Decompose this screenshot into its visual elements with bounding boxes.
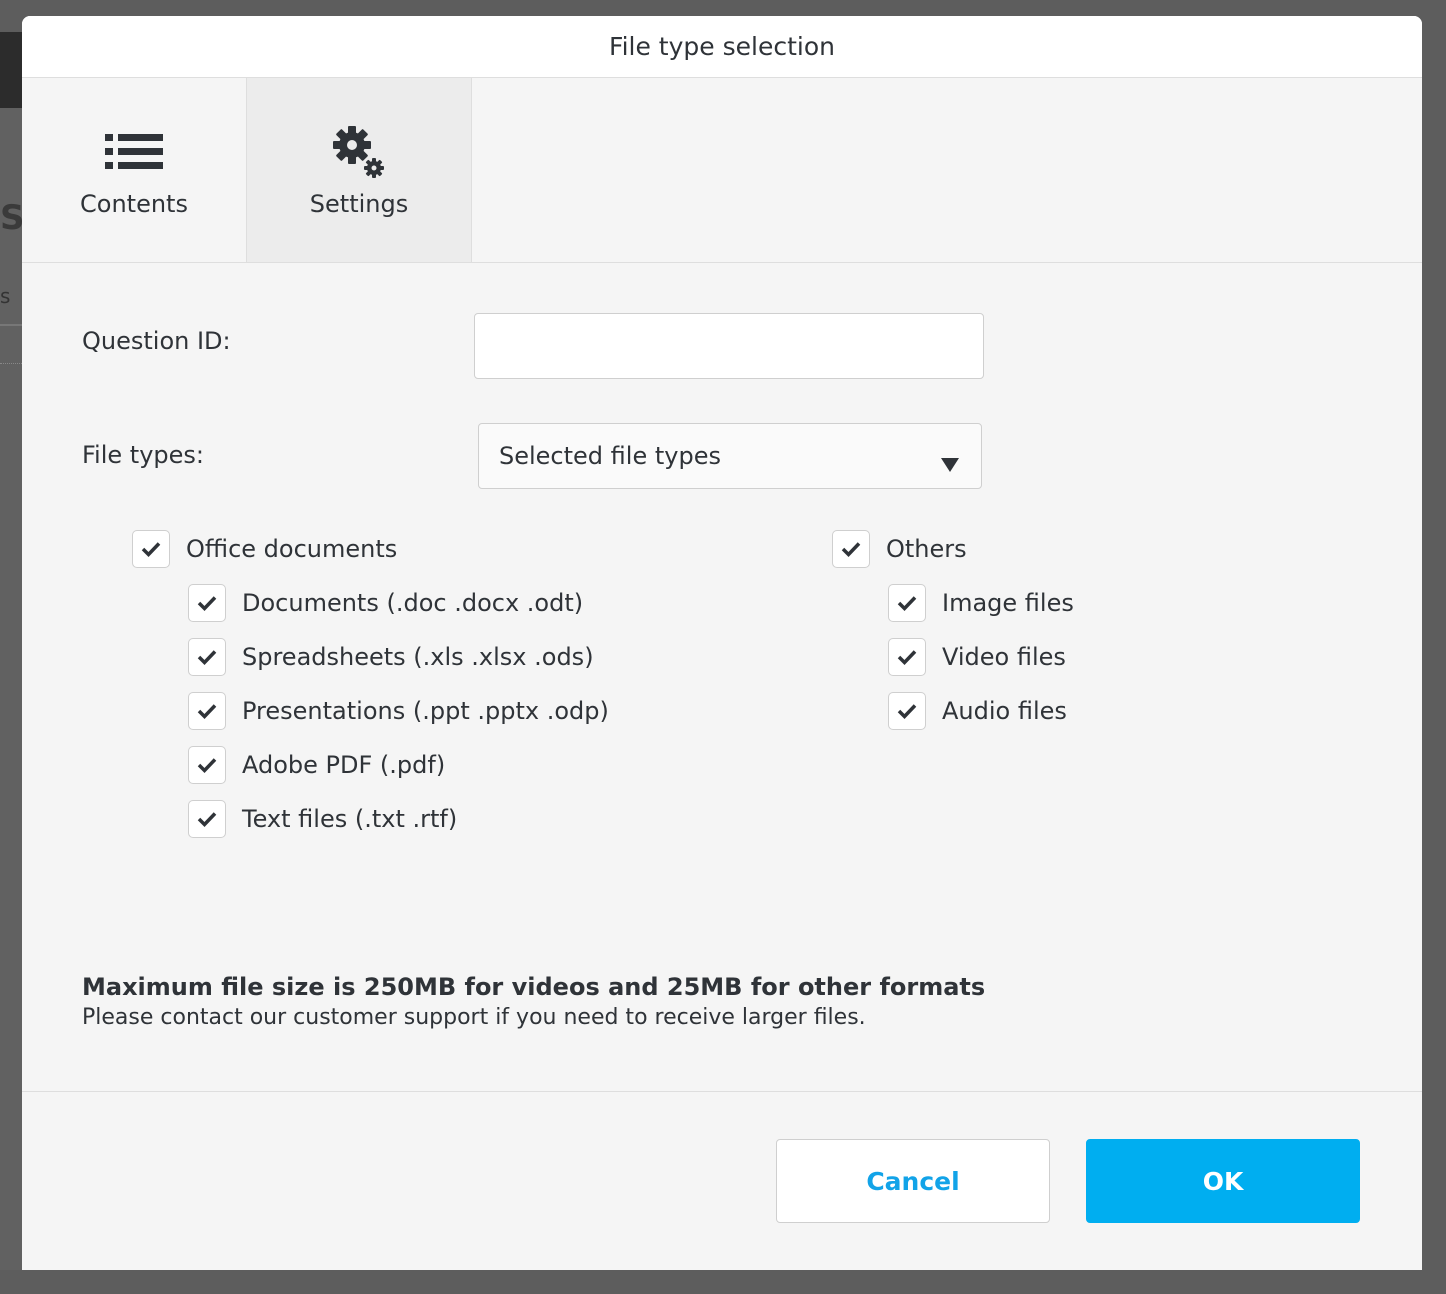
adobe-pdf-checkbox[interactable]: Adobe PDF (.pdf) — [188, 745, 445, 785]
check-icon — [897, 704, 917, 719]
check-icon — [197, 596, 217, 611]
dialog-titlebar: File type selection — [22, 16, 1422, 78]
file-size-limit-text: Maximum file size is 250MB for videos an… — [82, 973, 986, 1001]
others-label: Others — [886, 535, 967, 563]
checkbox-box[interactable] — [188, 800, 226, 838]
checkbox-box[interactable] — [888, 692, 926, 730]
image-files-checkbox[interactable]: Image files — [888, 583, 1074, 623]
tab-settings[interactable]: Settings — [247, 78, 472, 262]
check-icon — [197, 704, 217, 719]
support-contact-text: Please contact our customer support if y… — [82, 1005, 866, 1030]
tab-bar: Contents Settings — [22, 78, 1422, 263]
check-icon — [897, 650, 917, 665]
background-dotted-divider — [0, 363, 22, 364]
checkbox-box[interactable] — [188, 638, 226, 676]
presentations-label: Presentations (.ppt .pptx .odp) — [242, 697, 609, 725]
video-files-checkbox[interactable]: Video files — [888, 637, 1066, 677]
check-icon — [141, 542, 161, 557]
background-heading-fragment: S — [0, 198, 22, 238]
checkbox-box[interactable] — [188, 692, 226, 730]
file-types-select[interactable]: Selected file types — [478, 423, 982, 489]
checkbox-box[interactable] — [132, 530, 170, 568]
check-icon — [197, 812, 217, 827]
check-icon — [197, 650, 217, 665]
dialog-footer: Cancel OK — [22, 1092, 1422, 1270]
text-files-label: Text files (.txt .rtf) — [242, 805, 458, 833]
check-icon — [897, 596, 917, 611]
checkbox-box[interactable] — [832, 530, 870, 568]
spreadsheets-label: Spreadsheets (.xls .xlsx .ods) — [242, 643, 594, 671]
documents-label: Documents (.doc .docx .odt) — [242, 589, 584, 617]
background-app-header — [0, 32, 22, 108]
background-divider — [0, 324, 22, 326]
video-files-label: Video files — [942, 643, 1066, 671]
dialog-title: File type selection — [609, 32, 835, 61]
tab-contents[interactable]: Contents — [22, 78, 247, 262]
check-icon — [841, 542, 861, 557]
tab-contents-label: Contents — [80, 190, 188, 218]
question-id-label: Question ID: — [82, 327, 231, 355]
file-type-dialog: File type selection Contents Settings Qu… — [22, 16, 1422, 1270]
gears-icon — [329, 126, 389, 178]
office-documents-label: Office documents — [186, 535, 398, 563]
file-size-note: Maximum file size is 250MB for videos an… — [82, 973, 985, 1030]
caret-down-icon — [941, 450, 959, 478]
settings-panel: Question ID: File types: Selected file t… — [22, 263, 1422, 1092]
checkbox-box[interactable] — [188, 746, 226, 784]
checkbox-box[interactable] — [188, 584, 226, 622]
adobe-pdf-label: Adobe PDF (.pdf) — [242, 751, 446, 779]
office-documents-checkbox[interactable]: Office documents — [132, 529, 397, 569]
background-text-fragment: s — [0, 284, 11, 308]
image-files-label: Image files — [942, 589, 1074, 617]
ok-button[interactable]: OK — [1086, 1139, 1360, 1223]
check-icon — [197, 758, 217, 773]
question-id-input[interactable] — [474, 313, 984, 379]
spreadsheets-checkbox[interactable]: Spreadsheets (.xls .xlsx .ods) — [188, 637, 594, 677]
cancel-button[interactable]: Cancel — [776, 1139, 1050, 1223]
documents-checkbox[interactable]: Documents (.doc .docx .odt) — [188, 583, 583, 623]
checkbox-box[interactable] — [888, 638, 926, 676]
others-checkbox[interactable]: Others — [832, 529, 967, 569]
audio-files-checkbox[interactable]: Audio files — [888, 691, 1067, 731]
file-types-label: File types: — [82, 441, 204, 469]
audio-files-label: Audio files — [942, 697, 1067, 725]
background-app-pane — [0, 108, 22, 1270]
checkbox-box[interactable] — [888, 584, 926, 622]
list-icon — [104, 126, 164, 178]
text-files-checkbox[interactable]: Text files (.txt .rtf) — [188, 799, 457, 839]
tab-settings-label: Settings — [309, 190, 409, 218]
file-types-selected-value: Selected file types — [499, 442, 721, 470]
presentations-checkbox[interactable]: Presentations (.ppt .pptx .odp) — [188, 691, 609, 731]
